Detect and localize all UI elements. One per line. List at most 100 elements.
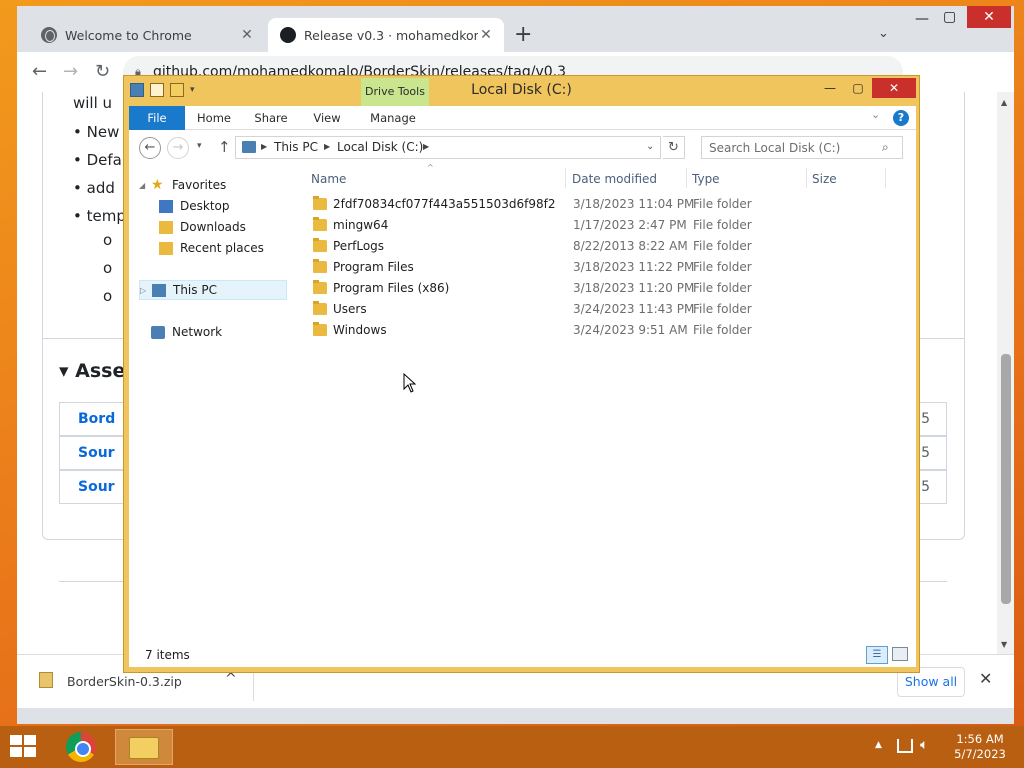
- file-row[interactable]: Program Files 3/18/2023 11:22 PM File fo…: [307, 257, 907, 278]
- file-type: File folder: [693, 218, 752, 232]
- search-icon[interactable]: ⌕: [882, 140, 889, 155]
- breadcrumb-chevron-icon[interactable]: ▶: [324, 142, 330, 151]
- tab-welcome-to-chrome[interactable]: Welcome to Chrome ✕: [29, 18, 265, 52]
- new-folder-icon[interactable]: [170, 83, 184, 97]
- tab-view[interactable]: View: [305, 106, 349, 130]
- breadcrumb-this-pc[interactable]: This PC: [274, 140, 318, 154]
- collapse-triangle-icon[interactable]: ◢: [139, 181, 151, 190]
- properties-icon[interactable]: [150, 83, 164, 97]
- start-button[interactable]: [10, 735, 38, 759]
- address-bar[interactable]: ▶ This PC ▶ Local Disk (C:) ▶ ⌄: [235, 136, 661, 159]
- file-row[interactable]: Users 3/24/2023 11:43 PM File folder: [307, 299, 907, 320]
- column-divider[interactable]: [885, 168, 886, 188]
- search-box[interactable]: ⌕: [701, 136, 903, 159]
- file-type: File folder: [693, 260, 752, 274]
- nav-label: Network: [172, 325, 223, 339]
- column-header-type[interactable]: Type: [692, 172, 720, 186]
- close-button[interactable]: ✕: [967, 6, 1011, 28]
- expand-ribbon-chevron-icon[interactable]: ⌄: [871, 108, 880, 121]
- asset-link[interactable]: Sour: [78, 445, 115, 461]
- navigation-pane: ◢ ★ Favorites Desktop Downloads Recent p…: [129, 166, 293, 643]
- breadcrumb-local-disk[interactable]: Local Disk (C:): [337, 140, 423, 154]
- file-row[interactable]: Windows 3/24/2023 9:51 AM File folder: [307, 320, 907, 341]
- tab-close-icon[interactable]: ✕: [478, 27, 494, 43]
- windows-logo-icon: [10, 735, 22, 745]
- volume-muted-icon[interactable]: 🔈︎: [920, 737, 928, 753]
- scroll-down-icon[interactable]: ▼: [1001, 640, 1007, 649]
- nav-item-desktop[interactable]: Desktop: [159, 196, 230, 216]
- nav-item-recent-places[interactable]: Recent places: [159, 238, 264, 258]
- nav-item-network[interactable]: Network: [139, 322, 222, 342]
- scroll-up-icon[interactable]: ▲: [1001, 98, 1007, 107]
- system-clock[interactable]: 1:56 AM 5/7/2023: [940, 732, 1020, 762]
- column-divider[interactable]: [806, 168, 807, 188]
- nav-item-downloads[interactable]: Downloads: [159, 217, 246, 237]
- file-row[interactable]: mingw64 1/17/2023 2:47 PM File folder: [307, 215, 907, 236]
- taskbar-file-explorer-button[interactable]: [115, 729, 173, 765]
- column-header-size[interactable]: Size: [812, 172, 837, 186]
- folder-icon: [313, 322, 327, 336]
- taskbar-chrome-button[interactable]: [56, 729, 108, 765]
- refresh-icon[interactable]: ↻: [663, 136, 685, 159]
- column-headers: ^ Name Date modified Type Size: [299, 163, 916, 190]
- tab-close-icon[interactable]: ✕: [239, 27, 255, 43]
- forward-arrow-icon[interactable]: →: [63, 61, 78, 82]
- close-button[interactable]: ✕: [872, 78, 916, 98]
- file-row[interactable]: PerfLogs 8/22/2013 8:22 AM File folder: [307, 236, 907, 257]
- tab-search-chevron-icon[interactable]: ⌄: [878, 26, 889, 41]
- column-divider[interactable]: [686, 168, 687, 188]
- back-arrow-icon[interactable]: ←: [32, 61, 47, 82]
- back-arrow-icon[interactable]: ←: [139, 137, 161, 159]
- show-hidden-icons-icon[interactable]: ▲: [875, 740, 882, 750]
- recent-locations-chevron-icon[interactable]: ▾: [197, 141, 202, 151]
- maximize-button[interactable]: ▢: [846, 78, 870, 98]
- column-header-date-modified[interactable]: Date modified: [572, 172, 657, 186]
- reload-icon[interactable]: ↻: [95, 61, 110, 82]
- new-tab-button[interactable]: +: [514, 23, 532, 47]
- file-date: 3/18/2023 11:22 PM: [573, 260, 695, 274]
- page-scrollbar[interactable]: ▲ ▼: [997, 92, 1014, 654]
- window-title: Local Disk (C:): [471, 82, 572, 98]
- column-divider[interactable]: [565, 168, 566, 188]
- nav-label: Recent places: [180, 241, 264, 255]
- expand-triangle-icon[interactable]: ▷: [140, 286, 152, 295]
- minimize-button[interactable]: —: [915, 11, 929, 27]
- tab-home[interactable]: Home: [189, 106, 239, 130]
- minimize-button[interactable]: —: [818, 78, 842, 98]
- tab-manage[interactable]: Manage: [361, 106, 425, 130]
- file-date: 1/17/2023 2:47 PM: [573, 218, 687, 232]
- tab-share[interactable]: Share: [247, 106, 295, 130]
- address-dropdown-chevron-icon[interactable]: ⌄: [646, 141, 654, 152]
- explorer-body: ◢ ★ Favorites Desktop Downloads Recent p…: [129, 163, 916, 643]
- asset-link[interactable]: Bord: [78, 411, 115, 427]
- chevron-up-icon[interactable]: ^: [225, 671, 237, 687]
- desktop-icon: [159, 199, 173, 213]
- chrome-icon: [66, 732, 96, 762]
- customize-toolbar-chevron-icon[interactable]: ▾: [190, 85, 195, 95]
- file-row[interactable]: Program Files (x86) 3/18/2023 11:20 PM F…: [307, 278, 907, 299]
- up-arrow-icon[interactable]: ↑: [218, 138, 231, 156]
- breadcrumb-chevron-icon[interactable]: ▶: [261, 142, 267, 151]
- search-input[interactable]: [702, 137, 878, 158]
- tab-release-v0-3[interactable]: Release v0.3 · mohamedkomalo/ ✕: [268, 18, 504, 52]
- large-icons-view-icon[interactable]: [892, 647, 908, 661]
- breadcrumb-chevron-icon[interactable]: ▶: [423, 142, 429, 151]
- nav-item-this-pc[interactable]: ▷ This PC: [139, 280, 287, 300]
- close-icon[interactable]: ✕: [979, 669, 992, 688]
- file-row[interactable]: 2fdf70834cf077f443a551503d6f98f2 3/18/20…: [307, 194, 907, 215]
- explorer-titlebar[interactable]: ▾ Drive Tools Local Disk (C:) — ▢ ✕: [124, 76, 919, 106]
- forward-arrow-icon[interactable]: →: [167, 137, 189, 159]
- file-type: File folder: [693, 323, 752, 337]
- windows-logo-icon: [24, 735, 36, 745]
- column-header-name[interactable]: Name: [311, 172, 346, 186]
- nav-item-favorites[interactable]: ◢ ★ Favorites: [139, 175, 226, 195]
- sub-bullet: o: [103, 287, 113, 305]
- asset-link[interactable]: Sour: [78, 479, 115, 495]
- network-tray-icon[interactable]: [897, 739, 913, 753]
- maximize-button[interactable]: ▢: [943, 9, 956, 25]
- tab-file[interactable]: File: [129, 106, 185, 130]
- scrollbar-thumb[interactable]: [1001, 354, 1011, 604]
- asset-meta: 5: [921, 479, 930, 495]
- details-view-icon[interactable]: ☰: [866, 646, 888, 664]
- help-icon[interactable]: ?: [893, 110, 909, 126]
